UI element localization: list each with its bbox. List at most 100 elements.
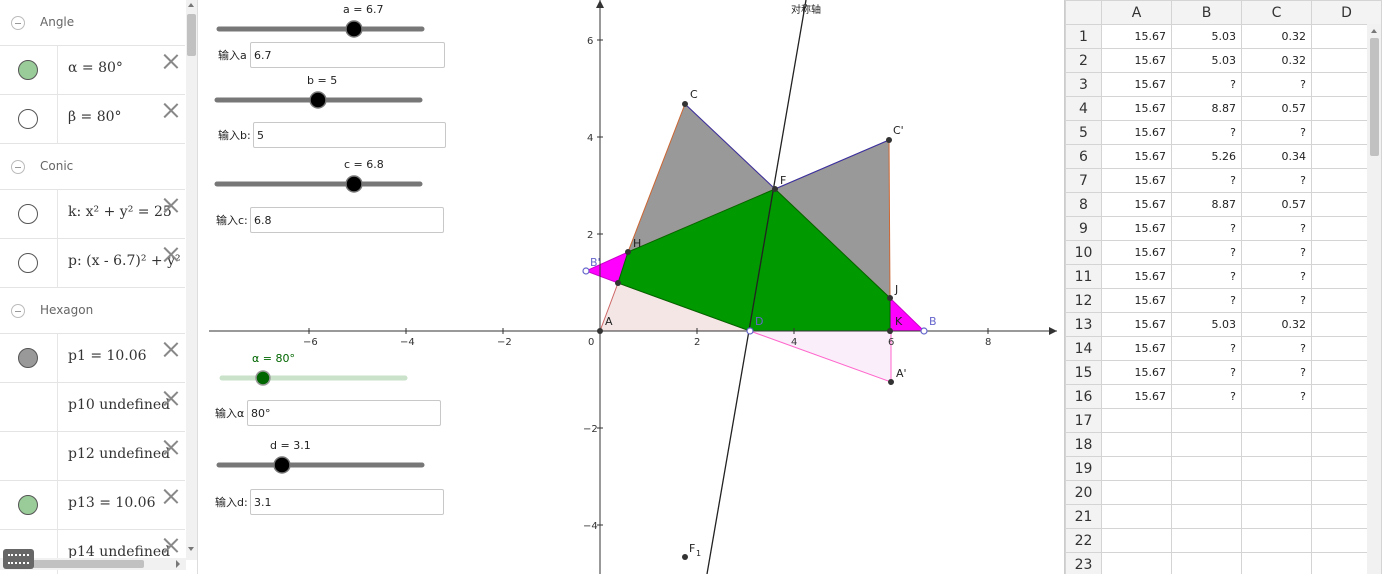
cell-c[interactable]: ? bbox=[1241, 264, 1312, 289]
cell-a[interactable]: 15.67 bbox=[1101, 336, 1172, 361]
cell-c[interactable]: ? bbox=[1241, 120, 1312, 145]
algebra-expression[interactable]: α = 80° bbox=[68, 60, 123, 76]
cell-c[interactable] bbox=[1241, 480, 1312, 505]
input-d-field[interactable]: 3.1 bbox=[250, 489, 444, 515]
cell-a[interactable]: 15.67 bbox=[1101, 288, 1172, 313]
scroll-up-icon[interactable] bbox=[188, 3, 194, 7]
algebra-expression[interactable]: k: x² + y² = 25 bbox=[68, 204, 172, 220]
cell-c[interactable]: 0.57 bbox=[1241, 192, 1312, 217]
row-header[interactable]: 17 bbox=[1065, 408, 1102, 433]
cell-c[interactable]: 0.57 bbox=[1241, 96, 1312, 121]
algebra-item-p10[interactable]: p10 undefined bbox=[0, 383, 185, 432]
cell-a[interactable]: 15.67 bbox=[1101, 168, 1172, 193]
cell-b[interactable]: 5.03 bbox=[1171, 312, 1242, 337]
delete-icon[interactable] bbox=[162, 438, 180, 456]
cell-c[interactable]: ? bbox=[1241, 288, 1312, 313]
cell-b[interactable]: 5.03 bbox=[1171, 48, 1242, 73]
reflected-triangle[interactable] bbox=[749, 330, 892, 383]
row-header[interactable]: 8 bbox=[1065, 192, 1102, 217]
cell-b[interactable] bbox=[1171, 456, 1242, 481]
delete-icon[interactable] bbox=[162, 101, 180, 119]
cell-c[interactable] bbox=[1241, 528, 1312, 553]
row-header[interactable]: 12 bbox=[1065, 288, 1102, 313]
cell-b[interactable]: ? bbox=[1171, 288, 1242, 313]
cell-a[interactable]: 15.67 bbox=[1101, 264, 1172, 289]
cell-a[interactable]: 15.67 bbox=[1101, 72, 1172, 97]
cell-c[interactable]: ? bbox=[1241, 360, 1312, 385]
cell-b[interactable]: ? bbox=[1171, 384, 1242, 409]
cell-c[interactable]: ? bbox=[1241, 336, 1312, 361]
cell-b[interactable] bbox=[1171, 504, 1242, 529]
cell-b[interactable]: 8.87 bbox=[1171, 192, 1242, 217]
slider-c-handle[interactable] bbox=[345, 175, 363, 193]
row-header[interactable]: 2 bbox=[1065, 48, 1102, 73]
visibility-toggle[interactable] bbox=[18, 60, 38, 80]
algebra-expression[interactable]: p13 = 10.06 bbox=[68, 495, 156, 511]
input-a-field[interactable]: 6.7 bbox=[250, 42, 445, 68]
cell-b[interactable]: ? bbox=[1171, 264, 1242, 289]
cell-b[interactable]: 8.87 bbox=[1171, 96, 1242, 121]
cell-a[interactable]: 15.67 bbox=[1101, 192, 1172, 217]
cell-c[interactable]: ? bbox=[1241, 384, 1312, 409]
point-bprime[interactable] bbox=[582, 267, 590, 275]
delete-icon[interactable] bbox=[162, 536, 180, 554]
cell-c[interactable] bbox=[1241, 408, 1312, 433]
cell-c[interactable] bbox=[1241, 432, 1312, 457]
algebra-item-p1[interactable]: p1 = 10.06 bbox=[0, 334, 185, 383]
cell-a[interactable] bbox=[1101, 432, 1172, 457]
algebra-item-p12[interactable]: p12 undefined bbox=[0, 432, 185, 481]
group-header-angle[interactable]: Angle bbox=[0, 0, 185, 46]
algebra-item-beta[interactable]: β = 80° bbox=[0, 95, 185, 144]
row-header[interactable]: 7 bbox=[1065, 168, 1102, 193]
cell-a[interactable] bbox=[1101, 528, 1172, 553]
scroll-down-icon[interactable] bbox=[188, 547, 194, 551]
cell-b[interactable]: ? bbox=[1171, 120, 1242, 145]
slider-alpha-handle[interactable] bbox=[255, 370, 271, 386]
cell-a[interactable]: 15.67 bbox=[1101, 312, 1172, 337]
column-header-b[interactable]: B bbox=[1171, 0, 1242, 25]
column-header-a[interactable]: A bbox=[1101, 0, 1172, 25]
cell-c[interactable] bbox=[1241, 552, 1312, 574]
cell-c[interactable]: 0.32 bbox=[1241, 24, 1312, 49]
cell-c[interactable]: ? bbox=[1241, 216, 1312, 241]
cell-b[interactable]: 5.03 bbox=[1171, 24, 1242, 49]
cell-a[interactable]: 15.67 bbox=[1101, 48, 1172, 73]
spreadsheet-vertical-scrollbar[interactable] bbox=[1367, 24, 1381, 574]
scroll-up-icon[interactable] bbox=[1371, 29, 1377, 33]
cell-a[interactable]: 15.67 bbox=[1101, 96, 1172, 121]
row-header[interactable]: 16 bbox=[1065, 384, 1102, 409]
cell-a[interactable]: 15.67 bbox=[1101, 216, 1172, 241]
cell-b[interactable]: ? bbox=[1171, 72, 1242, 97]
delete-icon[interactable] bbox=[162, 245, 180, 263]
slider-d-handle[interactable] bbox=[273, 456, 291, 474]
algebra-item-k[interactable]: k: x² + y² = 25 bbox=[0, 190, 185, 239]
row-header[interactable]: 18 bbox=[1065, 432, 1102, 457]
row-header[interactable]: 9 bbox=[1065, 216, 1102, 241]
row-header[interactable]: 15 bbox=[1065, 360, 1102, 385]
row-header[interactable]: 14 bbox=[1065, 336, 1102, 361]
scroll-right-icon[interactable] bbox=[176, 560, 180, 568]
point-b[interactable] bbox=[920, 327, 928, 335]
row-header[interactable]: 4 bbox=[1065, 96, 1102, 121]
cell-c[interactable] bbox=[1241, 504, 1312, 529]
column-header-d[interactable]: D bbox=[1311, 0, 1382, 25]
algebra-item-p[interactable]: p: (x - 6.7)² + y² = bbox=[0, 239, 185, 288]
cell-b[interactable] bbox=[1171, 480, 1242, 505]
input-alpha-field[interactable]: 80° bbox=[247, 400, 441, 426]
cell-a[interactable] bbox=[1101, 480, 1172, 505]
scroll-thumb[interactable] bbox=[187, 14, 196, 56]
slider-a-handle[interactable] bbox=[345, 20, 363, 38]
visibility-toggle[interactable] bbox=[18, 204, 38, 224]
cell-a[interactable]: 15.67 bbox=[1101, 120, 1172, 145]
corner-cell[interactable] bbox=[1065, 0, 1102, 25]
row-header[interactable]: 11 bbox=[1065, 264, 1102, 289]
row-header[interactable]: 22 bbox=[1065, 528, 1102, 553]
visibility-toggle[interactable] bbox=[18, 348, 38, 368]
row-header[interactable]: 13 bbox=[1065, 312, 1102, 337]
row-header[interactable]: 1 bbox=[1065, 24, 1102, 49]
algebra-item-alpha[interactable]: α = 80° bbox=[0, 46, 185, 95]
cell-a[interactable] bbox=[1101, 456, 1172, 481]
algebra-expression[interactable]: p10 undefined bbox=[68, 397, 170, 413]
algebra-expression[interactable]: p12 undefined bbox=[68, 446, 170, 462]
keyboard-button[interactable] bbox=[3, 549, 34, 569]
